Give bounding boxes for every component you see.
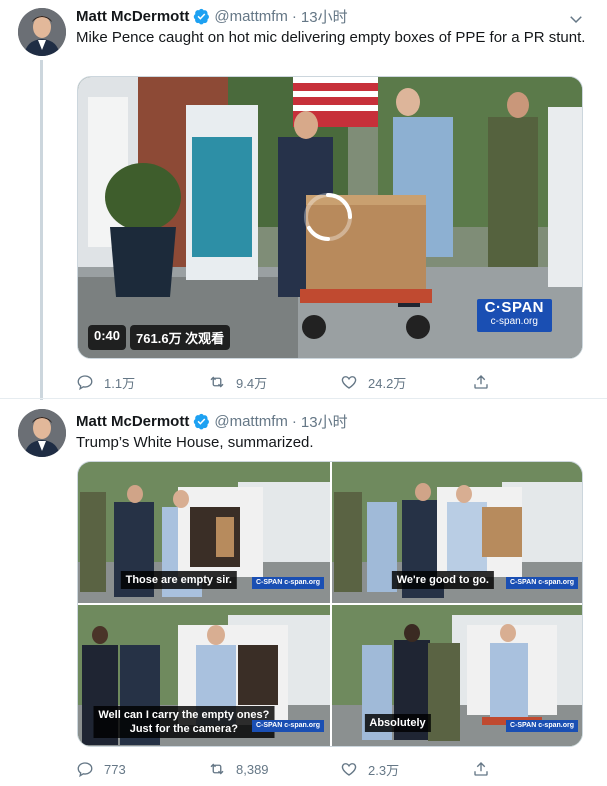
retweet-icon xyxy=(210,376,224,388)
retweet-icon xyxy=(210,763,224,775)
like-icon xyxy=(341,763,357,776)
video-player[interactable]: C·SPAN c-span.org 0:40 761.6万 次观看 xyxy=(77,76,583,359)
like-button[interactable]: 24.2万 xyxy=(340,372,472,392)
tweet-header: Matt McDermott @mattmfm · 13小时 xyxy=(76,6,348,26)
video-badges: 0:40 761.6万 次观看 xyxy=(88,325,231,350)
retweet-count: 8,389 xyxy=(236,761,269,777)
avatar[interactable] xyxy=(18,409,66,457)
video-subtitle: Those are empty sir. xyxy=(120,571,237,589)
like-button[interactable]: 2.3万 xyxy=(340,759,472,779)
chevron-down-icon[interactable] xyxy=(567,10,585,28)
retweet-button[interactable]: 8,389 xyxy=(208,759,340,779)
timestamp[interactable]: 13小时 xyxy=(301,6,348,27)
image-grid: Those are empty sir. C-SPAN c-span.org W… xyxy=(77,461,583,747)
verified-icon xyxy=(194,413,210,429)
cspan-logo: C-SPAN c-span.org xyxy=(505,720,578,732)
timestamp[interactable]: 13小时 xyxy=(301,411,348,432)
subtitle-line: We're good to go. xyxy=(396,574,489,586)
tweet-text: Trump’s White House, summarized. xyxy=(76,434,314,451)
reply-icon xyxy=(77,762,93,778)
share-icon xyxy=(474,375,488,389)
separator-dot: · xyxy=(291,7,297,25)
cspan-logo: C-SPAN c-span.org xyxy=(251,577,324,589)
tweet-header: Matt McDermott @mattmfm · 13小时 xyxy=(76,411,348,431)
video-subtitle: Well can I carry the empty ones? Just fo… xyxy=(93,706,275,738)
retweet-count: 9.4万 xyxy=(236,375,268,391)
reply-count: 1.1万 xyxy=(104,375,136,391)
tweet-actions: 773 8,389 2.3万 xyxy=(76,759,516,779)
video-duration: 0:40 xyxy=(88,325,127,350)
subtitle-line: Those are empty sir. xyxy=(125,574,232,586)
cspan-logo: C·SPAN c-span.org xyxy=(476,299,552,332)
cspan-logo: C-SPAN c-span.org xyxy=(505,577,578,589)
image-4[interactable]: Absolutely C-SPAN c-span.org xyxy=(332,605,582,746)
subtitle-line: Well can I carry the empty ones? xyxy=(98,709,270,721)
subtitle-line: Just for the camera? xyxy=(129,723,238,735)
cspan-title: C·SPAN xyxy=(484,299,544,316)
like-count: 2.3万 xyxy=(368,762,400,778)
author-handle[interactable]: @mattmfm xyxy=(214,8,288,25)
share-icon xyxy=(474,762,488,776)
retweet-button[interactable]: 9.4万 xyxy=(208,372,340,392)
subtitle-line: Absolutely xyxy=(369,717,426,729)
separator-dot: · xyxy=(291,412,297,430)
video-subtitle: We're good to go. xyxy=(391,571,494,589)
video-views: 761.6万 次观看 xyxy=(130,325,231,350)
share-button[interactable] xyxy=(472,759,512,779)
reply-count: 773 xyxy=(104,761,126,777)
avatar[interactable] xyxy=(18,8,66,56)
tweet-actions: 1.1万 9.4万 24.2万 xyxy=(76,372,516,392)
image-1[interactable]: Those are empty sir. C-SPAN c-span.org xyxy=(78,462,330,603)
reply-button[interactable]: 1.1万 xyxy=(76,372,208,392)
cspan-url: c-span.org xyxy=(490,316,538,327)
share-button[interactable] xyxy=(472,372,512,392)
like-icon xyxy=(341,376,357,389)
tweet-text: Mike Pence caught on hot mic delivering … xyxy=(76,29,586,46)
thread-connector xyxy=(40,60,43,400)
video-subtitle: Absolutely xyxy=(364,714,431,732)
verified-icon xyxy=(194,8,210,24)
author-name[interactable]: Matt McDermott xyxy=(76,8,189,25)
loading-spinner-icon xyxy=(304,193,352,241)
author-name[interactable]: Matt McDermott xyxy=(76,413,189,430)
author-handle[interactable]: @mattmfm xyxy=(214,413,288,430)
image-3[interactable]: Well can I carry the empty ones? Just fo… xyxy=(78,605,330,746)
cspan-logo: C-SPAN c-span.org xyxy=(251,720,324,732)
reply-icon xyxy=(77,375,93,391)
like-count: 24.2万 xyxy=(368,375,407,391)
tweet-1[interactable]: Matt McDermott @mattmfm · 13小时 Mike Penc… xyxy=(0,0,607,400)
tweet-2[interactable]: Matt McDermott @mattmfm · 13小时 Trump’s W… xyxy=(0,398,607,786)
reply-button[interactable]: 773 xyxy=(76,759,208,779)
image-2[interactable]: We're good to go. C-SPAN c-span.org xyxy=(332,462,582,603)
